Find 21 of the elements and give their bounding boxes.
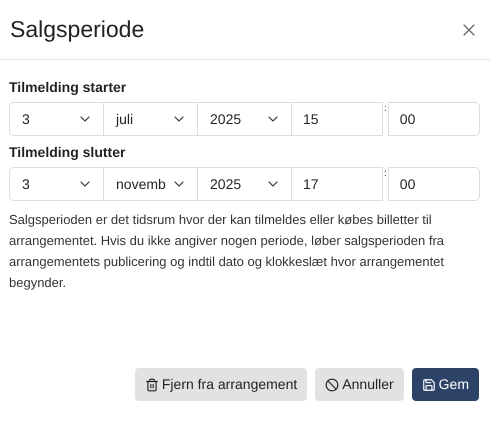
remove-button[interactable]: Fjern fra arrangement — [134, 368, 308, 401]
month-select[interactable]: juli — [103, 102, 198, 136]
time-separator: : — [383, 167, 388, 181]
month-select[interactable]: novemb — [103, 167, 198, 201]
field-label: Tilmelding starter — [9, 78, 128, 96]
year-select[interactable]: 2025 — [197, 167, 292, 201]
year-select[interactable]: 2025 — [197, 102, 292, 136]
time-separator: : — [383, 102, 388, 116]
prohibited-icon — [325, 378, 340, 392]
day-select[interactable]: 3 — [9, 102, 104, 136]
hour-field[interactable]: 17 — [291, 167, 383, 201]
cancel-button[interactable]: Annuller — [315, 368, 404, 401]
save-button[interactable]: Gem — [412, 368, 479, 401]
help-text: Salgsperioden er det tidsrum hvor der kan tilmeldes eller købes billetter til arrangementet. Hvis du ikke angiver nogen periode, løber salgsperioden fra arrangementets publicering og indtil dato og klokkeslæt hvor arrangementet begynder. — [9, 211, 446, 292]
trash-icon — [144, 378, 159, 392]
minute-field[interactable]: 00 — [388, 102, 480, 136]
field-label: Tilmelding slutter — [9, 143, 126, 161]
dialog-title: Salgsperiode — [10, 18, 144, 41]
minute-field[interactable]: 00 — [388, 167, 480, 201]
day-select[interactable]: 3 — [9, 167, 104, 201]
hour-field[interactable]: 15 — [291, 102, 383, 136]
